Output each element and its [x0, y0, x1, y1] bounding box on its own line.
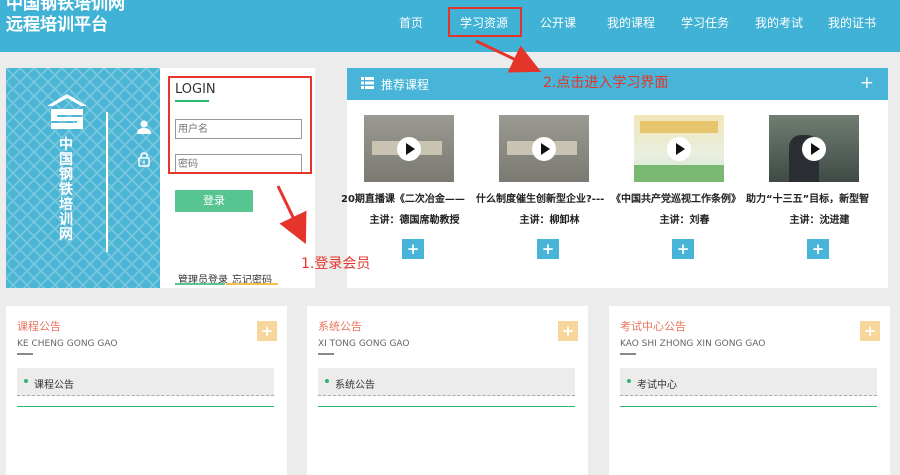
annotation-step2: 2.点击进入学习界面 — [543, 75, 669, 91]
notice-item-text[interactable]: 考试中心 — [637, 376, 677, 391]
annotation-step1: 1.登录会员 — [301, 256, 371, 272]
notice-title: 课程公告 — [17, 320, 61, 333]
notice-list-item[interactable]: 课程公告 — [17, 368, 274, 396]
notice-title: 系统公告 — [318, 320, 362, 333]
notice-more-button[interactable]: + — [860, 321, 880, 341]
arrow-to-nav — [475, 39, 542, 73]
notice-title: 考试中心公告 — [620, 320, 686, 333]
exam-notice-panel: 考试中心公告 KAO SHI ZHONG XIN GONG GAO + 考试中心 — [609, 306, 890, 475]
notice-more-button[interactable]: + — [257, 321, 277, 341]
notice-subtitle: KAO SHI ZHONG XIN GONG GAO — [620, 339, 766, 349]
bullet-icon — [627, 379, 631, 383]
notice-subtitle: XI TONG GONG GAO — [318, 339, 410, 349]
notice-item-text[interactable]: 系统公告 — [335, 376, 375, 391]
notice-list-item[interactable]: 系统公告 — [318, 368, 575, 396]
notice-list-item[interactable]: 考试中心 — [620, 368, 877, 396]
bullet-icon — [325, 379, 329, 383]
notice-item-text[interactable]: 课程公告 — [34, 376, 74, 391]
notice-more-button[interactable]: + — [558, 321, 578, 341]
bullet-icon — [24, 379, 28, 383]
system-notice-panel: 系统公告 XI TONG GONG GAO + 系统公告 — [307, 306, 588, 475]
arrow-to-login — [276, 185, 307, 245]
notice-subtitle: KE CHENG GONG GAO — [17, 339, 118, 349]
course-notice-panel: 课程公告 KE CHENG GONG GAO + 课程公告 — [6, 306, 287, 475]
